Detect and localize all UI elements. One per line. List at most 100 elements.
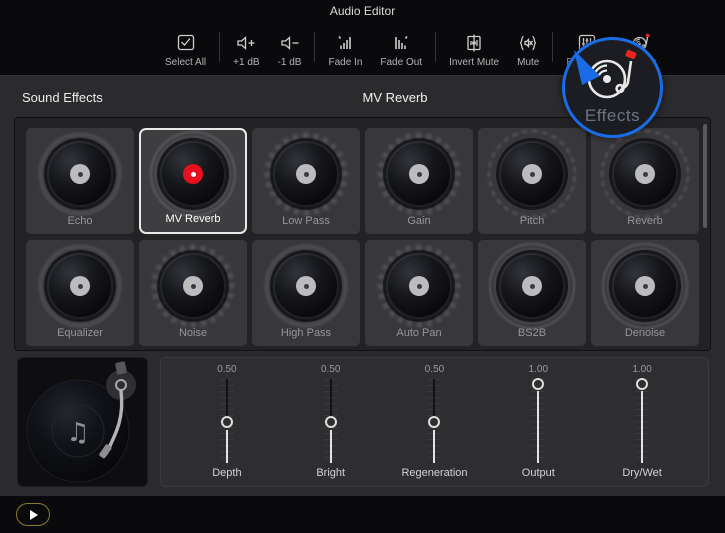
current-effect-heading: MV Reverb bbox=[300, 90, 490, 105]
slider-knob[interactable] bbox=[532, 378, 544, 390]
effects-tiles-panel: Echo MV Reverb Low Pass Gain Pitch Rever… bbox=[14, 117, 711, 351]
effect-parameters-panel: 0.50 Depth 0.50 Bright 0.50 Regeneration… bbox=[160, 357, 709, 487]
volume-down-icon bbox=[279, 32, 301, 54]
vinyl-icon bbox=[273, 141, 339, 207]
slider-track[interactable] bbox=[220, 379, 234, 463]
toolbar-button-fade-in[interactable]: Fade In bbox=[319, 32, 371, 68]
effect-tile-noise[interactable]: Noise bbox=[139, 240, 247, 346]
toolbar-button-plus-1db[interactable]: +1 dB bbox=[224, 32, 268, 68]
vinyl-center-icon bbox=[409, 276, 429, 296]
vinyl-center-icon bbox=[296, 276, 316, 296]
transport-bar: Apply bbox=[0, 496, 725, 533]
slider-knob[interactable] bbox=[325, 416, 337, 428]
slider-bright[interactable]: 0.50 Bright bbox=[286, 364, 376, 482]
toolbar-separator bbox=[435, 32, 436, 62]
select-all-icon bbox=[175, 32, 197, 54]
toolbar-button-select-all[interactable]: Select All bbox=[156, 32, 215, 68]
vinyl-center-icon bbox=[635, 164, 655, 184]
slider-label: Bright bbox=[316, 467, 345, 479]
slider-dry-wet[interactable]: 1.00 Dry/Wet bbox=[597, 364, 687, 482]
slider-value: 1.00 bbox=[529, 364, 548, 377]
svg-text:♫: ♫ bbox=[66, 418, 89, 448]
vinyl-icon bbox=[612, 141, 678, 207]
vinyl-icon bbox=[160, 141, 226, 207]
tile-label: Low Pass bbox=[252, 215, 360, 227]
effect-tile-denoise[interactable]: Denoise bbox=[591, 240, 699, 346]
slider-track-upper bbox=[226, 379, 228, 417]
toolbar-separator bbox=[552, 32, 553, 62]
vinyl-icon bbox=[47, 141, 113, 207]
toolbar-label: Invert Mute bbox=[449, 57, 499, 68]
slider-knob[interactable] bbox=[636, 378, 648, 390]
tile-label: High Pass bbox=[252, 327, 360, 339]
toolbar-button-minus-1db[interactable]: -1 dB bbox=[269, 32, 311, 68]
slider-value: 0.50 bbox=[321, 364, 340, 377]
slider-knob[interactable] bbox=[221, 416, 233, 428]
effect-tile-reverb[interactable]: Reverb bbox=[591, 128, 699, 234]
tile-label: Noise bbox=[139, 327, 247, 339]
turntable-icon: ♫ bbox=[18, 358, 148, 487]
effect-tile-mv-reverb[interactable]: MV Reverb bbox=[139, 128, 247, 234]
play-button[interactable] bbox=[16, 503, 50, 526]
slider-track-upper bbox=[433, 379, 435, 417]
effect-tile-equalizer[interactable]: Equalizer bbox=[26, 240, 134, 346]
vinyl-icon bbox=[499, 253, 565, 319]
slider-track[interactable] bbox=[324, 379, 338, 463]
vinyl-center-icon bbox=[409, 164, 429, 184]
tile-label: Gain bbox=[365, 215, 473, 227]
slider-track-lower bbox=[330, 430, 332, 463]
tile-label: BS2B bbox=[478, 327, 586, 339]
effect-tile-echo[interactable]: Echo bbox=[26, 128, 134, 234]
slider-value: 1.00 bbox=[632, 364, 651, 377]
vinyl-center-icon bbox=[183, 164, 203, 184]
toolbar-button-invert-mute[interactable]: Invert Mute bbox=[440, 32, 508, 68]
toolbar-label: +1 dB bbox=[233, 57, 259, 68]
slider-track[interactable] bbox=[531, 379, 545, 463]
tile-label: Equalizer bbox=[26, 327, 134, 339]
tiles-scrollbar[interactable] bbox=[703, 124, 707, 228]
slider-track-lower bbox=[226, 430, 228, 463]
toolbar-separator bbox=[314, 32, 315, 62]
sound-effects-heading: Sound Effects bbox=[22, 90, 103, 105]
slider-track[interactable] bbox=[635, 379, 649, 463]
slider-depth[interactable]: 0.50 Depth bbox=[182, 364, 272, 482]
toolbar-button-fade-out[interactable]: Fade Out bbox=[371, 32, 431, 68]
slider-output[interactable]: 1.00 Output bbox=[493, 364, 583, 482]
slider-value: 0.50 bbox=[425, 364, 444, 377]
slider-track[interactable] bbox=[427, 379, 441, 463]
slider-value: 0.50 bbox=[217, 364, 236, 377]
toolbar-label: Fade In bbox=[328, 57, 362, 68]
tile-label: Pitch bbox=[478, 215, 586, 227]
effect-tile-high-pass[interactable]: High Pass bbox=[252, 240, 360, 346]
vinyl-center-icon bbox=[635, 276, 655, 296]
effects-tiles-grid: Echo MV Reverb Low Pass Gain Pitch Rever… bbox=[26, 128, 699, 346]
toolbar-button-mute[interactable]: Mute bbox=[508, 32, 548, 68]
callout-pointer-icon bbox=[570, 48, 606, 90]
vinyl-center-icon bbox=[296, 164, 316, 184]
slider-regeneration[interactable]: 0.50 Regeneration bbox=[389, 364, 479, 482]
slider-track-upper bbox=[330, 379, 332, 417]
slider-label: Regeneration bbox=[401, 467, 467, 479]
slider-label: Depth bbox=[212, 467, 241, 479]
tile-label: Echo bbox=[26, 215, 134, 227]
effect-tile-bs2b[interactable]: BS2B bbox=[478, 240, 586, 346]
window-title: Audio Editor bbox=[0, 4, 725, 18]
play-icon bbox=[30, 510, 38, 520]
effect-tile-auto-pan[interactable]: Auto Pan bbox=[365, 240, 473, 346]
toolbar-label: Fade Out bbox=[380, 57, 422, 68]
vinyl-center-icon bbox=[183, 276, 203, 296]
tile-label: Auto Pan bbox=[365, 327, 473, 339]
callout-label: Effects bbox=[585, 106, 640, 126]
vinyl-icon bbox=[499, 141, 565, 207]
vinyl-icon bbox=[386, 253, 452, 319]
effect-tile-low-pass[interactable]: Low Pass bbox=[252, 128, 360, 234]
slider-track-lower bbox=[641, 391, 643, 463]
effect-tile-gain[interactable]: Gain bbox=[365, 128, 473, 234]
slider-knob[interactable] bbox=[428, 416, 440, 428]
vinyl-icon bbox=[160, 253, 226, 319]
fade-in-icon bbox=[334, 32, 356, 54]
effect-tile-pitch[interactable]: Pitch bbox=[478, 128, 586, 234]
slider-track-lower bbox=[433, 430, 435, 463]
tile-label: Denoise bbox=[591, 327, 699, 339]
slider-label: Output bbox=[522, 467, 555, 479]
